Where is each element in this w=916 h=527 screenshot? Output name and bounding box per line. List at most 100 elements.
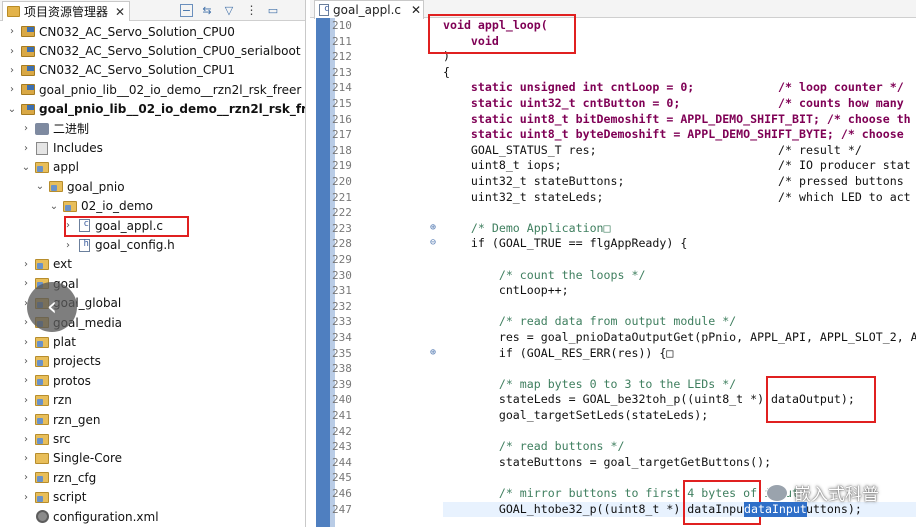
code-line[interactable]: static unsigned int cntLoop = 0; /* loop… [443, 80, 904, 96]
includes-icon [34, 141, 50, 155]
tree-item[interactable]: › script [20, 488, 86, 507]
project-icon-shape [21, 26, 35, 38]
tree-item[interactable]: ⌄ goal_pnio [34, 177, 125, 196]
chevron-down-icon[interactable]: ⌄ [48, 201, 60, 212]
code-line[interactable]: res = goal_pnioDataOutputGet(pPnio, APPL… [443, 330, 916, 346]
tree-item-label: projects [53, 354, 101, 369]
tree-item[interactable]: › rzn [20, 391, 72, 410]
close-icon[interactable]: ✕ [115, 5, 125, 19]
tree-item-label: CN032_AC_Servo_Solution_CPU0_serialboot [39, 44, 301, 59]
tree-item[interactable]: › 二进制 [20, 119, 89, 138]
filter-icon[interactable]: ▽ [221, 2, 237, 18]
chevron-right-icon[interactable]: › [20, 278, 32, 289]
chevron-down-icon[interactable]: ⌄ [20, 162, 32, 173]
tree-item[interactable]: › goal_pnio_lib__02_io_demo__rzn2l_rsk_fr… [6, 80, 301, 99]
code-line[interactable]: static uint8_t byteDemoshift = APPL_DEMO… [443, 127, 904, 143]
chevron-right-icon[interactable]: › [20, 453, 32, 464]
chevron-right-icon[interactable]: › [20, 259, 32, 270]
view-menu-icon[interactable]: ⋮ [243, 2, 259, 18]
binary-icon-shape [35, 122, 49, 135]
chevron-right-icon[interactable]: › [62, 240, 74, 251]
code-line[interactable]: uint8_t iops; /* IO producer stat [443, 158, 911, 174]
close-icon[interactable]: ✕ [411, 3, 421, 17]
line-number: 231 [332, 284, 352, 298]
code-line[interactable]: /* read data from output module */ [443, 314, 736, 330]
fold-collapse-icon[interactable]: ⊖ [430, 237, 436, 248]
code-line[interactable]: static uint32_t cntButton = 0; /* counts… [443, 96, 904, 112]
tree-item[interactable]: › CN032_AC_Servo_Solution_CPU1 [6, 61, 235, 80]
chevron-right-icon[interactable]: › [20, 356, 32, 367]
code-line[interactable]: if (GOAL_TRUE == flgAppReady) { [443, 236, 687, 252]
line-number: 222 [332, 206, 352, 220]
code-line[interactable]: /* Demo Application□ [443, 221, 611, 237]
code-line[interactable]: goal_targetSetLeds(stateLeds); [443, 408, 708, 424]
tree-item[interactable]: › projects [20, 352, 101, 371]
chevron-right-icon[interactable]: › [20, 492, 32, 503]
tree-item[interactable]: › src [20, 429, 71, 448]
chevron-right-icon[interactable]: › [20, 434, 32, 445]
chevron-right-icon[interactable]: › [20, 472, 32, 483]
chevron-right-icon[interactable]: › [6, 26, 18, 37]
chevron-right-icon[interactable]: › [20, 395, 32, 406]
code-line[interactable]: GOAL_STATUS_T res; /* result */ [443, 143, 862, 159]
line-number: 234 [332, 331, 352, 344]
selected-word[interactable]: dataInput [744, 501, 807, 517]
tab-label: 项目资源管理器 [24, 5, 109, 19]
code-line[interactable]: uint32_t stateButtons; /* pressed button… [443, 174, 904, 190]
tree-item[interactable]: ⌄ 02_io_demo [48, 197, 153, 216]
editor-tab-label: goal_appl.c [333, 3, 401, 17]
tree-item[interactable]: › ext [20, 255, 72, 274]
code-line[interactable]: static uint8_t bitDemoshift = APPL_DEMO_… [443, 112, 911, 128]
folder-icon-shape [35, 433, 49, 445]
code-line[interactable]: uint32_t stateLeds; /* which LED to act [443, 190, 911, 206]
tree-item-label: rzn_cfg [53, 470, 97, 485]
collapse-all-icon[interactable]: − [180, 3, 193, 17]
line-number: 238 [332, 362, 352, 376]
code-line[interactable]: cntLoop++; [443, 283, 569, 299]
chevron-down-icon[interactable]: ⌄ [6, 104, 18, 115]
chevron-right-icon[interactable]: › [6, 65, 18, 76]
chevron-right-icon[interactable]: › [20, 375, 32, 386]
chevron-right-icon[interactable]: › [6, 46, 18, 57]
code-line[interactable]: /* read buttons */ [443, 439, 625, 455]
tab-project-explorer[interactable]: 项目资源管理器 ✕ [2, 1, 130, 21]
chevron-right-icon[interactable]: › [20, 414, 32, 425]
line-number: 241 [332, 409, 352, 422]
back-arrow-icon[interactable]: ‹ [27, 282, 77, 332]
tree-item[interactable]: › CN032_AC_Servo_Solution_CPU0_serialboot [6, 41, 301, 60]
tree-item[interactable]: › protos [20, 371, 91, 390]
link-editor-icon[interactable]: ⇆ [199, 2, 215, 18]
code-line[interactable]: stateButtons = goal_targetGetButtons(); [443, 455, 771, 471]
tree-item[interactable]: ⌄ goal_pnio_lib__02_io_demo__rzn2l_rsk_fr… [6, 100, 305, 119]
tree-item[interactable]: › CN032_AC_Servo_Solution_CPU0 [6, 22, 235, 41]
tree-item[interactable]: › goal_config.h [62, 235, 175, 254]
code-line[interactable]: /* count the loops */ [443, 268, 646, 284]
tab-goal-appl-c[interactable]: goal_appl.c ✕ [314, 0, 424, 19]
tree-item-label: 02_io_demo [81, 199, 153, 214]
code-line[interactable]: /* map bytes 0 to 3 to the LEDs */ [443, 377, 736, 393]
fold-expand-icon[interactable]: ⊕ [430, 222, 436, 233]
tree-item[interactable]: › rzn_cfg [20, 468, 96, 487]
line-number: 215 [332, 97, 352, 110]
chevron-right-icon[interactable]: › [20, 337, 32, 348]
code-line[interactable]: { [443, 65, 450, 81]
fold-expand-icon[interactable]: ⊕ [430, 347, 436, 358]
chevron-right-icon[interactable]: › [20, 143, 32, 154]
code-line[interactable]: if (GOAL_RES_ERR(res)) {□ [443, 346, 674, 362]
tree-item[interactable]: › Single-Core [20, 449, 122, 468]
tree-item-label: rzn_gen [53, 412, 101, 427]
plain-folder-icon [34, 451, 50, 465]
chevron-right-icon[interactable]: › [20, 123, 32, 134]
line-number: 212 [332, 50, 352, 64]
tree-item[interactable]: ⌄ appl [20, 158, 79, 177]
line-number: 229 [332, 253, 352, 266]
project-icon [20, 63, 36, 77]
minimize-icon[interactable]: ▭ [265, 2, 281, 18]
chevron-right-icon[interactable]: › [6, 84, 18, 95]
tree-item[interactable]: configuration.xml [20, 507, 159, 526]
tree-item[interactable]: › rzn_gen [20, 410, 100, 429]
chevron-down-icon[interactable]: ⌄ [34, 181, 46, 192]
tree-item[interactable]: › plat [20, 332, 76, 351]
tree-item[interactable]: › Includes [20, 138, 103, 157]
tree-item-label: src [53, 432, 71, 447]
